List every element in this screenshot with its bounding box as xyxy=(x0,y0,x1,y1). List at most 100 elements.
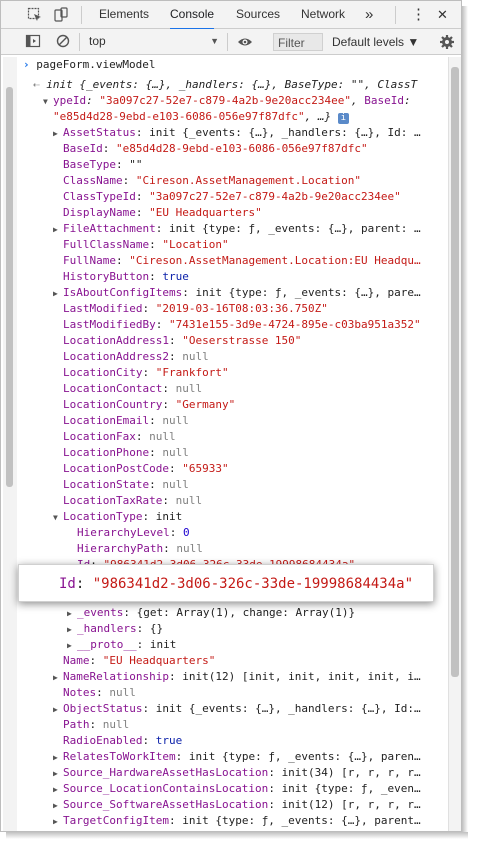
property-value: null xyxy=(176,542,203,555)
more-tabs-button[interactable]: » xyxy=(365,1,373,28)
property-row[interactable]: Name: "EU Headquarters" xyxy=(53,653,449,669)
property-key: LocationTaxRate xyxy=(63,494,163,507)
chevron-down-icon: ▼ xyxy=(210,36,219,46)
property-row[interactable]: LocationAddress2: null xyxy=(53,349,449,365)
expand-triangle-icon[interactable]: ▶ xyxy=(53,702,63,717)
nested-property-row[interactable]: HierarchyLevel: 0 xyxy=(67,525,449,541)
tab-network[interactable]: Network xyxy=(301,1,345,28)
device-toolbar-icon[interactable] xyxy=(53,7,69,23)
property-value: "Germany" xyxy=(175,398,236,411)
property-key: ObjectStatus xyxy=(63,702,143,715)
property-key: HierarchyPath xyxy=(77,542,164,555)
console-scrollbar[interactable] xyxy=(448,57,461,831)
nested-meta-row[interactable]: ▶ __proto__: init xyxy=(67,637,449,653)
tab-console[interactable]: Console xyxy=(170,1,215,30)
expand-triangle-icon[interactable]: ▶ xyxy=(53,814,63,829)
property-row[interactable]: ▶ RelatesToWorkItem: init {type: ƒ, _even… xyxy=(53,749,449,765)
property-row[interactable]: LastModified: "2019-03-16T08:03:36.750Z" xyxy=(53,301,449,317)
expand-triangle-icon[interactable]: ▶ xyxy=(53,286,63,301)
property-key: LocationType xyxy=(63,510,143,523)
tab-elements[interactable]: Elements xyxy=(99,1,149,28)
property-row[interactable]: ▶ FileAttachment: init {type: ƒ, _events:… xyxy=(53,221,449,237)
property-row[interactable]: ClassTypeId: "3a097c27-52e7-c879-4a2b-9e… xyxy=(53,189,449,205)
tab-sources[interactable]: Sources xyxy=(236,1,280,28)
expand-triangle-icon[interactable]: ▶ xyxy=(53,782,63,797)
expand-triangle-icon[interactable]: ▶ xyxy=(67,622,77,637)
callout-key: Id xyxy=(59,576,76,592)
close-icon[interactable]: ✕ xyxy=(437,1,448,28)
property-row[interactable]: LocationCity: "Frankfort" xyxy=(53,365,449,381)
property-row[interactable]: DisplayName: "EU Headquarters" xyxy=(53,205,449,221)
property-row[interactable]: RadioEnabled: true xyxy=(53,733,449,749)
property-row[interactable]: LocationState: null xyxy=(53,477,449,493)
property-key: LastModified xyxy=(63,302,143,315)
property-row[interactable]: Notes: null xyxy=(53,685,449,701)
nested-meta-row[interactable]: ▶ _events: {get: Array(1), change: Array(… xyxy=(67,605,449,621)
expand-triangle-icon[interactable]: ▶ xyxy=(53,670,63,685)
property-row[interactable]: LocationTaxRate: null xyxy=(53,493,449,509)
property-row[interactable]: ▶ AssetStatus: init {_events: {…}, _handl… xyxy=(53,125,449,141)
expand-triangle-icon[interactable]: ▶ xyxy=(67,638,77,653)
result-summary-line-2[interactable]: ▼ ypeId: "3a097c27-52e7-c879-4a2b-9e20acc… xyxy=(43,93,449,109)
sidebar-toggle-icon[interactable] xyxy=(25,33,41,49)
log-levels-dropdown[interactable]: Default levels ▼ xyxy=(332,33,419,51)
property-row[interactable]: LocationContact: null xyxy=(53,381,449,397)
property-value: true xyxy=(162,270,189,283)
property-row[interactable]: LocationEmail: null xyxy=(53,413,449,429)
property-value: "Location" xyxy=(162,238,229,251)
expand-triangle-icon[interactable]: ▶ xyxy=(53,750,63,765)
property-row[interactable]: HistoryButton: true xyxy=(53,269,449,285)
property-row[interactable]: ▶ TargetConfigItem: init {type: ƒ, _event… xyxy=(53,813,449,829)
property-row[interactable]: ▼ LocationType: init xyxy=(53,509,449,525)
property-row[interactable]: ▶ IsAboutConfigItems: init {type: ƒ, _eve… xyxy=(53,285,449,301)
menu-icon[interactable]: ⋮ xyxy=(411,1,426,28)
property-value: init {type: ƒ, _events: {…}, pare… xyxy=(195,286,421,299)
expand-triangle-icon[interactable]: ▶ xyxy=(67,606,77,621)
property-row[interactable]: LastModifiedBy: "7431e155-3d9e-4724-895e… xyxy=(53,317,449,333)
property-row[interactable]: LocationCountry: "Germany" xyxy=(53,397,449,413)
property-row[interactable]: LocationAddress1: "Oeserstrasse 150" xyxy=(53,333,449,349)
property-value: "7431e155-3d9e-4724-895e-c03ba951a352" xyxy=(168,318,421,331)
collapse-triangle-icon[interactable]: ▼ xyxy=(53,510,63,525)
property-row[interactable]: BaseType: "" xyxy=(53,157,449,173)
property-row[interactable]: ▶ Source_HardwareAssetHasLocation: init(3… xyxy=(53,765,449,781)
property-value: init {type: ƒ, _events: {…}, parent: … xyxy=(168,222,421,235)
property-row[interactable]: ▶ ObjectStatus: init {_events: {…}, _hand… xyxy=(53,701,449,717)
nested-meta-row[interactable]: ▶ _handlers: {} xyxy=(67,621,449,637)
left-scrollbar[interactable] xyxy=(3,57,17,831)
expand-triangle-icon[interactable]: ▶ xyxy=(53,126,63,141)
property-key: BaseType xyxy=(63,158,116,171)
nested-property-row[interactable]: HierarchyPath: null xyxy=(67,541,449,557)
property-row[interactable]: LocationPhone: null xyxy=(53,445,449,461)
clear-console-icon[interactable] xyxy=(55,33,71,49)
result-summary-line[interactable]: ⇠ init {_events: {…}, _handlers: {…}, Ba… xyxy=(33,77,449,93)
property-row[interactable]: LocationPostCode: "65933" xyxy=(53,461,449,477)
property-row[interactable]: Path: null xyxy=(53,717,449,733)
property-value: null xyxy=(102,718,130,731)
expand-triangle-icon[interactable]: ▶ xyxy=(53,222,63,237)
property-key: Source_SoftwareAssetHasLocation xyxy=(63,798,269,811)
gear-icon[interactable] xyxy=(439,34,455,50)
property-key: Name xyxy=(63,654,90,667)
property-key: LocationFax xyxy=(63,430,136,443)
property-row[interactable]: LocationFax: null xyxy=(53,429,449,445)
property-row[interactable]: ▶ Source_SoftwareAssetHasLocation: init(1… xyxy=(53,797,449,813)
callout-value: "986341d2-3d06-326c-33de-19998684434a" xyxy=(92,576,414,592)
property-row[interactable]: ▶ Source_LocationContainsLocation: init {… xyxy=(53,781,449,797)
property-row[interactable]: FullClassName: "Location" xyxy=(53,237,449,253)
context-selector[interactable]: top ▼ xyxy=(89,33,221,50)
expand-triangle-icon[interactable]: ▶ xyxy=(53,766,63,781)
property-row[interactable]: ClassName: "Cireson.AssetManagement.Loca… xyxy=(53,173,449,189)
property-value: init {type: ƒ, _events: {…}, paren… xyxy=(188,750,421,763)
inspect-element-icon[interactable] xyxy=(27,7,43,23)
property-row[interactable]: BaseId: "e85d4d28-9ebd-e103-6086-056e97f… xyxy=(53,141,449,157)
property-value: "Frankfort" xyxy=(155,366,229,379)
expand-triangle-icon[interactable]: ▶ xyxy=(53,798,63,813)
property-row[interactable]: FullName: "Cireson.AssetManagement.Locat… xyxy=(53,253,449,269)
property-key: _handlers xyxy=(77,622,137,635)
filter-input[interactable]: Filter xyxy=(273,33,323,51)
property-key: FullClassName xyxy=(63,238,150,251)
property-row[interactable]: ▶ NameRelationship: init(12) [init, init,… xyxy=(53,669,449,685)
eye-icon[interactable] xyxy=(237,34,253,50)
property-value: "e85d4d28-9ebd-e103-6086-056e97f87dfc" xyxy=(116,142,368,155)
